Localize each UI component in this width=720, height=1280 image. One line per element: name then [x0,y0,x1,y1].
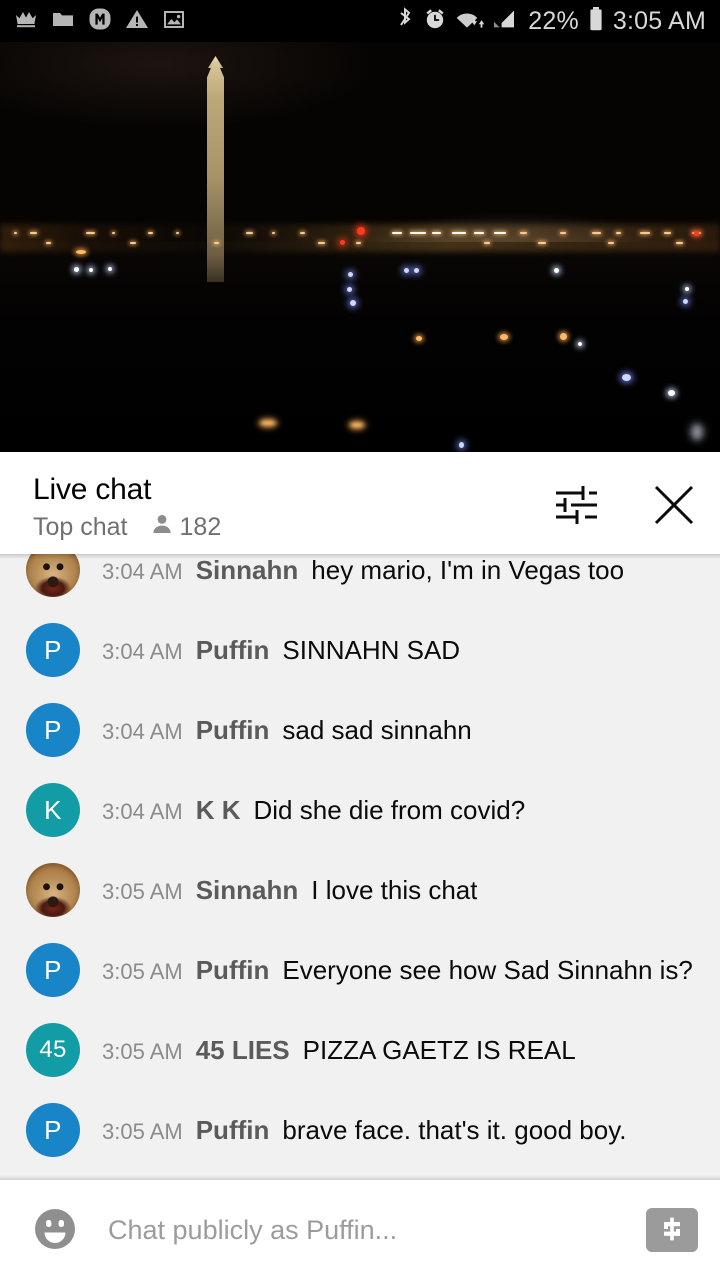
chat-message-row[interactable]: 3:04 AM Sinnahn hey mario, I'm in Vegas to… [0,554,720,610]
tune-sliders-icon [553,482,599,531]
avatar[interactable] [26,863,80,917]
chat-message-line: 3:04 AM Puffin SINNAHN SAD [102,635,460,666]
message-author[interactable]: Sinnahn [196,875,299,906]
bluetooth-icon [396,6,414,37]
chat-message-row[interactable]: P 3:04 AM Puffin SINNAHN SAD [0,610,720,690]
page-title: Live chat [33,472,152,506]
message-text: SINNAHN SAD [282,634,461,665]
emoji-button[interactable] [28,1203,82,1257]
message-text: brave face. that's it. good boy. [282,1114,627,1145]
message-timestamp: 3:05 AM [102,1118,183,1144]
chat-message-line: 3:04 AM Puffin sad sad sinnahn [102,715,472,746]
message-text: Everyone see how Sad Sinnahn is? [282,954,693,985]
person-icon [150,512,174,541]
status-bar-left-icons [14,7,186,36]
message-author[interactable]: Puffin [196,715,270,746]
crown-icon [14,9,38,34]
message-author[interactable]: Puffin [196,635,270,666]
chat-message-line: 3:05 AM Sinnahn I love this chat [102,875,477,906]
chat-input-field[interactable] [108,1214,628,1246]
message-author[interactable]: Sinnahn [196,555,299,586]
chat-message-row[interactable]: P 3:04 AM Puffin sad sad sinnahn [0,690,720,770]
message-text: sad sad sinnahn [282,714,472,745]
status-bar-clock: 3:05 AM [612,6,706,35]
chat-message-line: 3:04 AM Sinnahn hey mario, I'm in Vegas to… [102,555,624,586]
chat-message-row[interactable]: 45 3:05 AM 45 LIES PIZZA GAETZ IS REAL [0,1010,720,1090]
superchat-button[interactable] [646,1208,698,1252]
message-timestamp: 3:04 AM [102,718,183,744]
message-timestamp: 3:04 AM [102,558,183,584]
chat-message-line: 3:05 AM Puffin brave face. that's it. good… [102,1115,627,1146]
message-text: PIZZA GAETZ IS REAL [302,1034,576,1065]
close-x-icon [651,482,697,531]
viewer-count-group: 182 [150,512,222,542]
status-bar-right-icons: 22% 3:05 AM [396,6,706,37]
avatar[interactable]: 45 [26,1023,80,1077]
avatar[interactable] [26,554,80,597]
message-timestamp: 3:04 AM [102,638,183,664]
m-badge-icon [88,7,112,36]
message-text: Did she die from covid? [253,794,526,825]
message-author[interactable]: K K [196,795,241,826]
message-timestamp: 3:05 AM [102,958,183,984]
message-timestamp: 3:05 AM [102,1038,183,1064]
avatar[interactable]: P [26,1103,80,1157]
chat-header-titles: Live chat Top chat 182 [33,471,221,542]
live-video-player[interactable] [0,42,720,452]
folder-icon [51,9,75,34]
cellular-signal-icon [493,7,519,36]
avatar[interactable]: K [26,783,80,837]
chat-message-row[interactable]: P 3:05 AM Puffin Everyone see how Sad Sinna… [0,930,720,1010]
warning-triangle-icon [125,8,149,35]
chat-message-row[interactable]: 3:05 AM Sinnahn I love this chat [0,850,720,930]
chat-mode-label[interactable]: Top chat [33,512,128,542]
chat-message-row[interactable]: P 3:05 AM Puffin brave face. that's it. goo… [0,1090,720,1170]
avatar[interactable]: P [26,703,80,757]
message-author[interactable]: 45 LIES [196,1035,290,1066]
chat-message-row[interactable]: K 3:04 AM K K Did she die from covid? [0,770,720,850]
dollar-sign-icon [657,1214,687,1247]
battery-icon [588,6,604,37]
battery-percent: 22% [528,6,579,35]
message-author[interactable]: Puffin [196,1115,270,1146]
status-bar: 22% 3:05 AM [0,0,720,42]
close-chat-button[interactable] [650,482,698,530]
chat-scroll-container: 3:04 AM Sinnahn hey mario, I'm in Vegas to… [0,554,720,1170]
message-timestamp: 3:05 AM [102,878,183,904]
chat-message-line: 3:05 AM 45 LIES PIZZA GAETZ IS REAL [102,1035,576,1066]
wifi-icon [456,7,485,36]
chat-message-line: 3:04 AM K K Did she die from covid? [102,795,525,826]
chat-input-bar [0,1180,720,1280]
viewer-count: 182 [179,512,222,541]
alarm-clock-icon [423,7,447,36]
chat-header-actions [552,482,698,530]
message-text: I love this chat [311,874,478,905]
video-scene-night-skyline [0,42,720,452]
chat-settings-button[interactable] [552,482,600,530]
live-chat-header: Live chat Top chat 182 [0,458,720,554]
chat-message-list[interactable]: 3:04 AM Sinnahn hey mario, I'm in Vegas to… [0,554,720,1180]
emoji-smiley-icon [30,1204,80,1257]
message-timestamp: 3:04 AM [102,798,183,824]
message-text: hey mario, I'm in Vegas too [311,554,625,585]
avatar[interactable]: P [26,623,80,677]
message-author[interactable]: Puffin [196,955,270,986]
avatar[interactable]: P [26,943,80,997]
chat-subheader: Top chat 182 [33,512,221,542]
chat-message-line: 3:05 AM Puffin Everyone see how Sad Sinnah… [102,955,693,986]
image-icon [162,8,186,35]
